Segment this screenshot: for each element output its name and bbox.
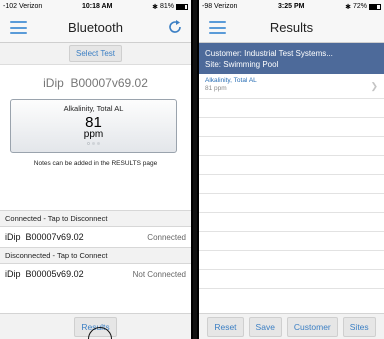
status-bar: -98 Verizon 3:25 PM ✱ 72% [199,0,384,13]
result-value: 81 ppm [205,85,227,92]
bluetooth-screen: -102 Verizon 10:18 AM ✱ 81% Bluetooth Se… [0,0,193,339]
disconnected-section-header: Disconnected - Tap to Connect [0,247,191,264]
bluetooth-status-icon: ✱ [345,3,351,11]
reading-value: 81 [85,114,102,131]
page-title: Results [269,20,314,35]
carrier-label: -98 Verizon [202,3,238,10]
list-item [199,156,384,175]
sites-button[interactable]: Sites [342,316,376,337]
notes-hint: Notes can be added in the RESULTS page [33,160,158,167]
list-item [199,194,384,213]
chevron-right-icon: ❯ [370,81,378,91]
list-item [199,251,384,270]
status-bar: -102 Verizon 10:18 AM ✱ 81% [0,0,191,13]
connected-section-header: Connected - Tap to Disconnect [0,210,191,227]
carrier-label: -102 Verizon [3,3,43,10]
nav-bar: Bluetooth [0,13,191,43]
page-indicator [11,142,176,145]
disconnected-device-row[interactable]: iDip B00005v69.02 Not Connected [0,264,191,284]
list-item [199,270,384,289]
battery-label: 81% [159,3,174,10]
bluetooth-status-icon: ✱ [152,3,158,11]
clock-label: 3:25 PM [278,3,305,10]
reading-name: Alkalinity, Total AL [63,104,124,113]
device-status: Not Connected [132,269,186,279]
list-item [199,232,384,251]
result-row[interactable]: Alkalinity, Total AL 81 ppm ❯ [199,74,384,99]
device-title: iDip B00007v69.02 [43,76,148,90]
refresh-icon[interactable] [167,19,183,35]
connected-device-row[interactable]: iDip B00007v69.02 Connected [0,227,191,247]
customer-button[interactable]: Customer [286,316,338,337]
list-item [199,99,384,118]
bottom-toolbar: Reset Save Customer Sites [199,313,384,339]
reset-button[interactable]: Reset [207,316,244,337]
results-screen: -98 Verizon 3:25 PM ✱ 72% Results Custom… [197,0,384,339]
hamburger-menu-icon[interactable] [10,21,27,34]
page-title: Bluetooth [68,20,123,35]
select-test-button[interactable]: Select Test [69,45,122,62]
battery-icon [176,3,188,10]
nav-bar: Results [199,13,384,43]
reading-unit: ppm [83,129,104,140]
reading-card[interactable]: Alkalinity, Total AL 81 ppm [10,99,177,153]
hamburger-menu-icon[interactable] [209,21,226,34]
clock-label: 10:18 AM [81,3,113,10]
list-item [199,137,384,156]
list-item [199,213,384,232]
list-item [199,175,384,194]
customer-site-header[interactable]: Customer: Industrial Test Systems... Sit… [199,43,384,74]
save-button[interactable]: Save [248,316,282,337]
site-label: Site: Swimming Pool [205,60,279,69]
list-item [199,118,384,137]
battery-label: 72% [352,3,367,10]
battery-icon [369,3,381,10]
result-name: Alkalinity, Total AL [205,77,257,84]
customer-label: Customer: Industrial Test Systems... [205,49,333,58]
device-status: Connected [147,232,186,242]
